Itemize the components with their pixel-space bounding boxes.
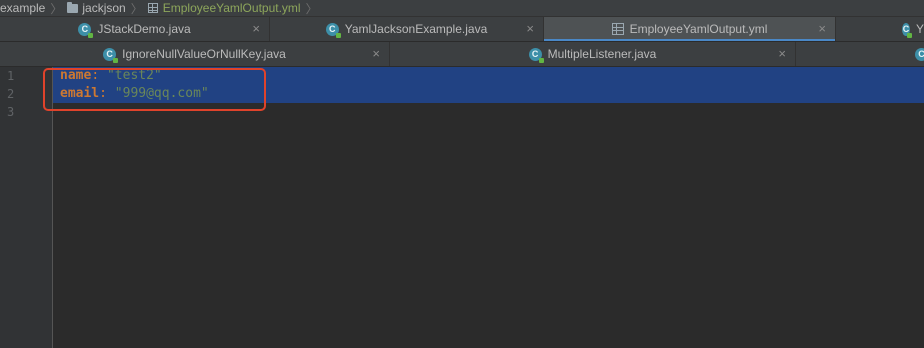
line-number: 1 bbox=[7, 69, 15, 83]
close-icon[interactable]: × bbox=[778, 46, 786, 61]
chevron-right-icon: 〉 bbox=[50, 1, 63, 16]
breadcrumb-label: jackjson bbox=[82, 1, 126, 15]
yaml-separator: : bbox=[91, 68, 107, 83]
yaml-separator: : bbox=[99, 86, 115, 101]
line-number: 3 bbox=[7, 105, 15, 119]
editor-tabs-row-1: C JStackDemo.java × C YamlJacksonExample… bbox=[0, 17, 924, 42]
code-line[interactable] bbox=[53, 103, 924, 121]
code-editor[interactable]: 1 2 3 name: "test2" email: "999@qq.com" bbox=[0, 67, 924, 348]
java-class-icon: C bbox=[528, 47, 544, 63]
close-icon[interactable]: × bbox=[252, 21, 260, 36]
code-line[interactable]: email: "999@qq.com" bbox=[53, 85, 924, 103]
line-number-gutter: 1 2 3 bbox=[0, 67, 53, 348]
tab-overflow-2[interactable]: C bbox=[796, 42, 924, 66]
tab-jstackdemo[interactable]: C JStackDemo.java × bbox=[0, 17, 270, 41]
close-icon[interactable]: × bbox=[818, 21, 826, 36]
breadcrumb-item-example[interactable]: example bbox=[0, 1, 45, 15]
java-class-icon: C bbox=[103, 47, 119, 63]
tab-yamljacksonexample[interactable]: C YamlJacksonExample.java × bbox=[270, 17, 544, 41]
java-class-icon: C bbox=[325, 22, 341, 38]
java-class-icon: C bbox=[78, 22, 94, 38]
yaml-key: email bbox=[60, 86, 100, 101]
breadcrumb: example 〉 jackjson 〉 EmployeeYamlOutput.… bbox=[0, 0, 924, 17]
breadcrumb-label: example bbox=[0, 1, 46, 15]
yaml-file-icon bbox=[147, 3, 158, 13]
yaml-value: "999@qq.com" bbox=[114, 86, 209, 101]
breadcrumb-item-jackjson[interactable]: jackjson bbox=[67, 1, 126, 15]
yaml-value: "test2" bbox=[106, 68, 162, 83]
tab-employeeyamloutput[interactable]: EmployeeYamlOutput.yml × bbox=[544, 17, 836, 41]
java-class-icon: C bbox=[902, 22, 912, 38]
chevron-right-icon: 〉 bbox=[305, 1, 318, 16]
breadcrumb-item-file[interactable]: EmployeeYamlOutput.yml bbox=[147, 1, 301, 15]
tab-label: MultipleListener.java bbox=[547, 47, 657, 61]
tab-ignorenullvalueornullkey[interactable]: C IgnoreNullValueOrNullKey.java × bbox=[0, 42, 390, 66]
close-icon[interactable]: × bbox=[372, 46, 380, 61]
chevron-right-icon: 〉 bbox=[130, 1, 143, 16]
tab-label: EmployeeYamlOutput.yml bbox=[629, 22, 768, 36]
close-icon[interactable]: × bbox=[526, 21, 534, 36]
editor-tabs-row-2: C IgnoreNullValueOrNullKey.java × C Mult… bbox=[0, 42, 924, 67]
tab-overflow[interactable]: C Y bbox=[836, 17, 924, 41]
tab-label: YamlJacksonExample.java bbox=[344, 22, 488, 36]
yaml-key: name bbox=[60, 68, 92, 83]
tab-label: Y bbox=[915, 22, 924, 36]
yaml-file-icon bbox=[611, 23, 624, 35]
line-number: 2 bbox=[7, 87, 15, 101]
code-line[interactable]: name: "test2" bbox=[53, 67, 924, 85]
tab-label: IgnoreNullValueOrNullKey.java bbox=[122, 47, 286, 61]
folder-icon bbox=[67, 1, 79, 13]
tab-multiplelistener[interactable]: C MultipleListener.java × bbox=[390, 42, 796, 66]
java-class-icon: C bbox=[915, 47, 924, 61]
tab-label: JStackDemo.java bbox=[97, 22, 191, 36]
breadcrumb-label: EmployeeYamlOutput.yml bbox=[162, 1, 301, 15]
